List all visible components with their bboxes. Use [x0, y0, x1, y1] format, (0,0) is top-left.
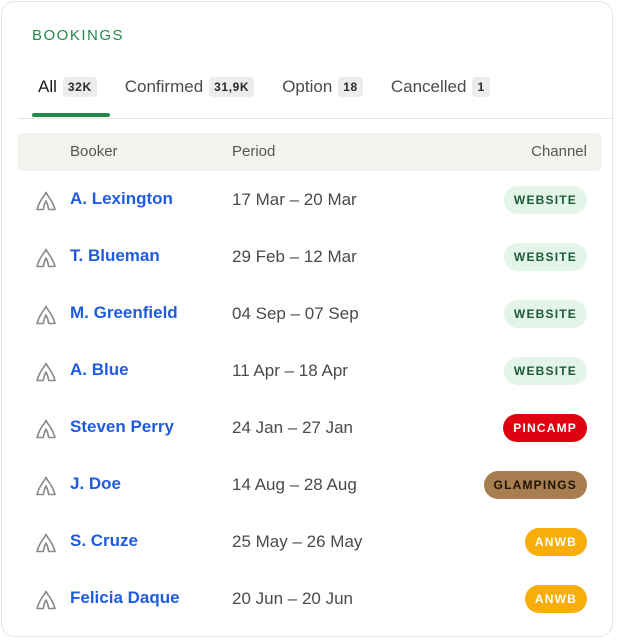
- tent-icon: [34, 303, 58, 327]
- tab-count-badge: 1: [472, 77, 490, 97]
- tab-count-badge: 18: [338, 77, 363, 97]
- bookings-card: BOOKINGS All 32K Confirmed 31,9K Option …: [1, 1, 613, 637]
- table-row[interactable]: S. Cruze 25 May – 26 May ANWB: [18, 514, 602, 571]
- tab-all[interactable]: All 32K: [32, 72, 110, 117]
- card-title: BOOKINGS: [32, 27, 125, 44]
- booker-link[interactable]: Felicia Daque: [70, 588, 180, 608]
- period-text: 14 Aug – 28 Aug: [232, 475, 357, 494]
- tent-icon: [34, 588, 58, 612]
- channel-badge: WEBSITE: [503, 186, 587, 214]
- table-row[interactable]: Steven Perry 24 Jan – 27 Jan PINCAMP: [18, 400, 602, 457]
- period-text: 24 Jan – 27 Jan: [232, 418, 353, 437]
- period-text: 20 Jun – 20 Jun: [232, 589, 353, 608]
- tent-icon: [34, 360, 58, 384]
- tab-count-badge: 32K: [62, 77, 97, 97]
- channel-badge: WEBSITE: [503, 243, 587, 271]
- channel-badge: GLAMPINGS: [483, 471, 587, 499]
- table-row[interactable]: T. Blueman 29 Feb – 12 Mar WEBSITE: [18, 229, 602, 286]
- booker-link[interactable]: T. Blueman: [70, 246, 160, 266]
- tab-count-badge: 31,9K: [209, 77, 255, 97]
- booker-link[interactable]: A. Lexington: [70, 189, 173, 209]
- channel-badge: WEBSITE: [503, 357, 587, 385]
- period-text: 11 Apr – 18 Apr: [232, 361, 348, 380]
- tent-icon: [34, 474, 58, 498]
- tab-bar: All 32K Confirmed 31,9K Option 18 Cancel…: [32, 72, 518, 118]
- table-row[interactable]: A. Lexington 17 Mar – 20 Mar WEBSITE: [18, 172, 602, 229]
- channel-badge: WEBSITE: [503, 300, 587, 328]
- period-text: 29 Feb – 12 Mar: [232, 247, 357, 266]
- channel-badge: ANWB: [524, 585, 587, 613]
- tent-icon: [34, 246, 58, 270]
- tabs-divider: [18, 118, 612, 119]
- active-tab-indicator: [32, 113, 110, 117]
- booker-link[interactable]: S. Cruze: [70, 531, 138, 551]
- period-text: 17 Mar – 20 Mar: [232, 190, 357, 209]
- period-text: 04 Sep – 07 Sep: [232, 304, 359, 323]
- booker-link[interactable]: M. Greenfield: [70, 303, 178, 323]
- channel-badge: ANWB: [524, 528, 587, 556]
- tab-label: Option: [282, 77, 333, 96]
- tent-icon: [34, 417, 58, 441]
- table-header: Booker Period Channel: [18, 133, 602, 171]
- tab-label: All: [38, 77, 57, 96]
- table-row[interactable]: A. Blue 11 Apr – 18 Apr WEBSITE: [18, 343, 602, 400]
- tent-icon: [34, 531, 58, 555]
- column-header-period: Period: [232, 143, 276, 160]
- table-row[interactable]: Felicia Daque 20 Jun – 20 Jun ANWB: [18, 571, 602, 628]
- tent-icon: [34, 189, 58, 213]
- column-header-channel: Channel: [531, 143, 587, 160]
- tab-label: Confirmed: [124, 77, 204, 96]
- table-row[interactable]: J. Doe 14 Aug – 28 Aug GLAMPINGS: [18, 457, 602, 514]
- booker-link[interactable]: J. Doe: [70, 474, 121, 494]
- column-header-booker: Booker: [70, 143, 118, 160]
- tab-confirmed[interactable]: Confirmed 31,9K: [124, 72, 255, 102]
- bookings-list: A. Lexington 17 Mar – 20 Mar WEBSITE T. …: [18, 172, 602, 628]
- channel-badge: PINCAMP: [503, 414, 587, 442]
- booker-link[interactable]: Steven Perry: [70, 417, 174, 437]
- tab-label: Cancelled: [390, 77, 467, 96]
- booker-link[interactable]: A. Blue: [70, 360, 129, 380]
- tab-cancelled[interactable]: Cancelled 1: [391, 72, 490, 102]
- table-row[interactable]: M. Greenfield 04 Sep – 07 Sep WEBSITE: [18, 286, 602, 343]
- tab-option[interactable]: Option 18: [282, 72, 363, 102]
- period-text: 25 May – 26 May: [232, 532, 363, 551]
